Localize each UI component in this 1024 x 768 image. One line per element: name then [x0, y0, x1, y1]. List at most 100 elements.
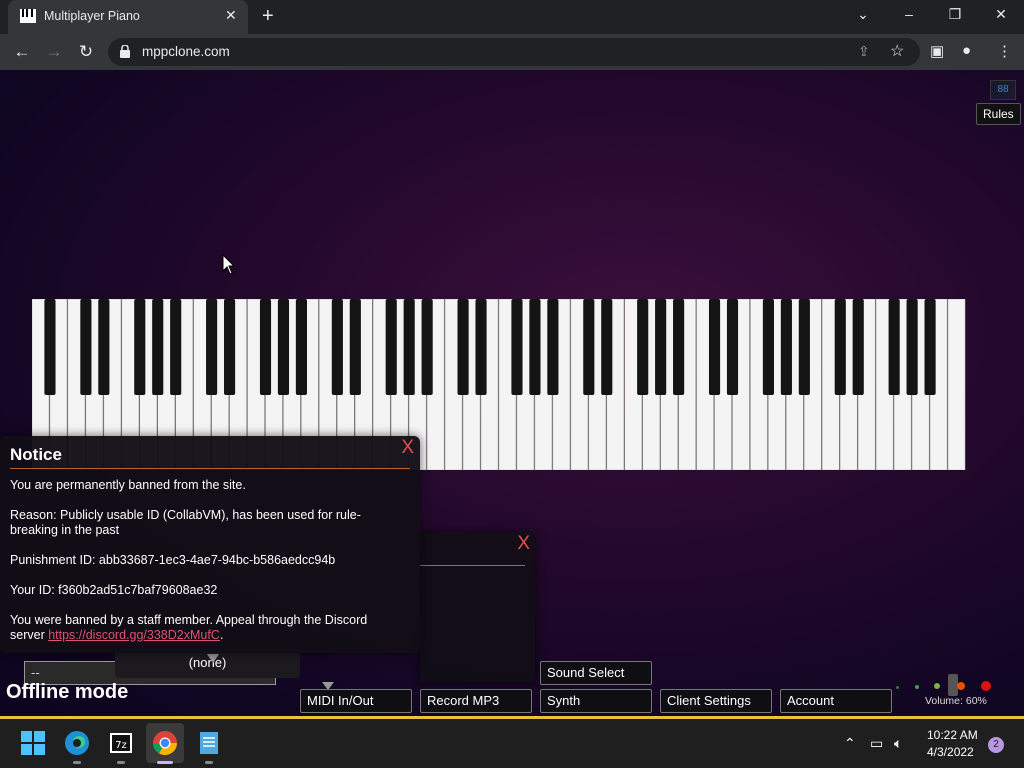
- 7zip-icon[interactable]: 7z: [105, 727, 137, 759]
- piano-black-key[interactable]: [852, 299, 864, 395]
- piano-black-key[interactable]: [421, 299, 433, 395]
- menu-kebab-icon[interactable]: ⋮: [997, 42, 1012, 60]
- ban-reason: Reason: Publicly usable ID (CollabVM), h…: [10, 508, 361, 537]
- piano-black-key[interactable]: [331, 299, 343, 395]
- tab-multiplayer-piano[interactable]: Multiplayer Piano ✕: [8, 0, 248, 34]
- piano-black-key[interactable]: [80, 299, 92, 395]
- chrome-active-indicator: [157, 761, 173, 764]
- user-id: Your ID: f360b2ad51c7baf79608ae32: [10, 583, 218, 597]
- volume-icon[interactable]: 🔈︎: [894, 735, 902, 752]
- chevron-down-icon[interactable]: [207, 654, 219, 663]
- tab-strip: Multiplayer Piano ✕ + ⌄ – ❐ ✕: [0, 0, 1024, 34]
- svg-text:7z: 7z: [115, 740, 127, 751]
- restore-button[interactable]: ❐: [945, 6, 965, 23]
- midi-in-out-button[interactable]: MIDI In/Out: [300, 689, 412, 713]
- piano-black-key[interactable]: [601, 299, 613, 395]
- edge-running-indicator: [73, 761, 81, 764]
- piano-black-key[interactable]: [259, 299, 272, 395]
- piano-black-key[interactable]: [655, 299, 667, 395]
- piano-black-key[interactable]: [457, 299, 469, 395]
- modal-close-button[interactable]: X: [517, 533, 530, 555]
- piano-black-key[interactable]: [673, 299, 685, 395]
- page-content: 88 Rules X -- (none) X Notice You are pe…: [0, 70, 1024, 718]
- rules-tooltip: Rules: [976, 103, 1021, 125]
- piano-black-key[interactable]: [295, 299, 307, 395]
- piano-black-key[interactable]: [134, 299, 146, 395]
- piano-black-key[interactable]: [511, 299, 523, 395]
- close-window-button[interactable]: ✕: [991, 6, 1011, 23]
- tab-search-icon[interactable]: ⌄: [853, 6, 873, 23]
- piano-black-key[interactable]: [906, 299, 918, 395]
- sound-select-button[interactable]: Sound Select: [540, 661, 652, 685]
- piano-black-key[interactable]: [583, 299, 595, 395]
- reload-button[interactable]: ↻: [74, 40, 98, 64]
- synth-button[interactable]: Synth: [540, 689, 652, 713]
- notice-close-button[interactable]: X: [401, 437, 414, 459]
- vu-dot-4: [957, 682, 965, 690]
- record-mp3-button[interactable]: Record MP3: [420, 689, 532, 713]
- appeal-message: You were banned by a staff member. Appea…: [10, 613, 405, 643]
- chrome-icon[interactable]: [149, 727, 181, 759]
- new-tab-button[interactable]: +: [262, 5, 274, 28]
- piano-black-key[interactable]: [834, 299, 846, 395]
- client-settings-button[interactable]: Client Settings: [660, 689, 772, 713]
- piano-black-key[interactable]: [44, 299, 56, 395]
- piano-black-key[interactable]: [726, 299, 739, 395]
- url-text: mppclone.com: [142, 44, 230, 59]
- notification-badge[interactable]: 2: [988, 737, 1004, 753]
- profile-icon[interactable]: ●: [962, 42, 971, 59]
- piano-black-key[interactable]: [888, 299, 900, 395]
- mouse-cursor-icon: [222, 254, 236, 275]
- piano-black-key[interactable]: [529, 299, 541, 395]
- piano-black-key[interactable]: [798, 299, 810, 395]
- clock-date[interactable]: 4/3/2022: [927, 745, 974, 759]
- notice-title: Notice: [10, 445, 62, 464]
- notepad-running-indicator: [205, 761, 213, 764]
- piano-black-key[interactable]: [349, 299, 361, 395]
- piano-black-key[interactable]: [277, 299, 290, 395]
- rules-icon[interactable]: 88: [990, 80, 1016, 100]
- notepad-icon[interactable]: [193, 727, 225, 759]
- minimize-button[interactable]: –: [899, 6, 919, 22]
- ban-message: You are permanently banned from the site…: [10, 478, 246, 492]
- modal-divider: [420, 565, 525, 566]
- piano-black-key[interactable]: [762, 299, 774, 395]
- tab-close-icon[interactable]: ✕: [225, 7, 237, 24]
- share-icon[interactable]: ⇪: [858, 43, 870, 60]
- piano-black-key[interactable]: [152, 299, 164, 395]
- piano-black-key[interactable]: [637, 299, 649, 395]
- piano-black-key[interactable]: [547, 299, 559, 395]
- piano-black-key[interactable]: [708, 299, 721, 395]
- forward-button[interactable]: →: [42, 40, 66, 64]
- address-bar[interactable]: mppclone.com ⇪ ☆: [108, 38, 920, 66]
- piano-white-key[interactable]: [947, 299, 966, 470]
- volume-label: Volume: 60%: [925, 695, 987, 707]
- piano-black-key[interactable]: [98, 299, 110, 395]
- piano-black-key[interactable]: [206, 299, 218, 395]
- 7zip-running-indicator: [117, 761, 125, 764]
- side-panel-icon[interactable]: ▣: [930, 42, 944, 60]
- network-icon[interactable]: ▭: [870, 735, 883, 752]
- appeal-period: .: [219, 628, 224, 642]
- piano-black-key[interactable]: [170, 299, 182, 395]
- piano-black-key[interactable]: [924, 299, 936, 395]
- notice-modal: X Notice You are permanently banned from…: [0, 436, 420, 653]
- clock-time[interactable]: 10:22 AM: [927, 728, 978, 742]
- account-button[interactable]: Account: [780, 689, 892, 713]
- notice-divider: [10, 468, 410, 469]
- bookmark-star-icon[interactable]: ☆: [890, 41, 904, 61]
- piano-favicon-icon: [20, 9, 36, 23]
- start-icon[interactable]: [17, 727, 49, 759]
- piano-black-key[interactable]: [780, 299, 792, 395]
- edge-icon[interactable]: [61, 727, 93, 759]
- discord-link[interactable]: https://discord.gg/338D2xMufC: [48, 628, 220, 642]
- piano-black-key[interactable]: [403, 299, 415, 395]
- piano-black-key[interactable]: [385, 299, 397, 395]
- vu-dot-5: [981, 681, 991, 691]
- tab-title: Multiplayer Piano: [44, 9, 140, 23]
- back-button[interactable]: ←: [10, 40, 34, 64]
- vu-dot-1: [896, 686, 899, 689]
- piano-black-key[interactable]: [224, 299, 236, 395]
- piano-black-key[interactable]: [475, 299, 487, 395]
- tray-overflow-icon[interactable]: ⌃: [844, 735, 856, 752]
